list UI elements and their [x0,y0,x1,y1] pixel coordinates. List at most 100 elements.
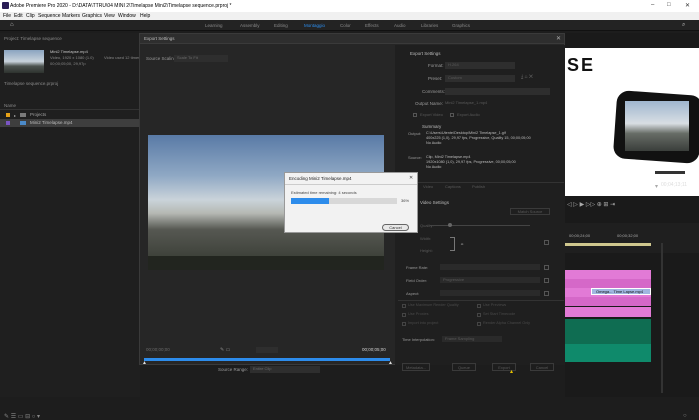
format-dropdown[interactable]: H.264 [445,62,515,69]
import-project-checkbox[interactable] [402,322,406,326]
ruler-label-1: 00;00;24;00 [569,233,591,238]
quality-slider-thumb[interactable] [448,223,452,227]
dialog-close-icon[interactable]: ✕ [556,35,561,42]
scrollbar[interactable] [661,243,663,393]
work-area-bar[interactable] [565,243,651,246]
encoding-cancel-button[interactable]: Cancel [382,224,409,231]
source-scaling-dropdown[interactable]: Scale To Fit [174,55,228,62]
output-name-link[interactable]: Mini2 Timelapse_1.mp4 [445,100,487,105]
match-source-button[interactable]: Match Source [510,208,550,215]
start-timecode-checkbox[interactable] [477,313,481,317]
export-video-checkbox[interactable] [413,113,417,117]
menu-window[interactable]: Window [118,13,136,19]
divider [398,182,564,183]
video-settings-header[interactable]: Video Settings [420,200,449,205]
workspace-learning[interactable]: Learning [205,23,223,28]
project-tab[interactable]: Project: Timelapse sequence [4,36,62,41]
menu-graphics[interactable]: Graphics [82,13,102,19]
workspace-effects[interactable]: Effects [365,23,379,28]
aspect-checkbox[interactable] [544,291,549,296]
use-proxies-checkbox[interactable] [402,313,406,317]
workspace-bar: ⌂ Learning Assembly Editing Montaggio Co… [0,20,699,31]
bin-projects[interactable]: Projects [30,112,46,117]
clip-name: Mini2 Timelapse.mp4 [50,49,88,54]
in-point-handle[interactable]: ▲ [142,360,147,366]
frame-rate-checkbox[interactable] [544,265,549,270]
field-order-checkbox[interactable] [544,278,549,283]
height-label: Height: [420,248,433,253]
clip-thumbnail[interactable] [4,50,44,73]
timecode-start: 00;00;00;00 [146,347,170,352]
metadata-button[interactable]: Metadata... [402,363,430,371]
window-title: Adobe Premiere Pro 2020 - D:\DATA\TTRU\0… [10,3,232,9]
source-scaling-label: Source Scaling: [146,56,178,61]
queue-button[interactable]: Queue [452,363,476,371]
workspace-audio[interactable]: Audio [394,23,406,28]
use-previews-checkbox[interactable] [477,304,481,308]
aspect-label: Aspect: [406,291,420,296]
menu-edit[interactable]: Edit [14,13,23,19]
time-interpolation-dropdown[interactable]: Frame Sampling [442,336,502,342]
pink-clip[interactable] [565,297,651,306]
menu-file[interactable]: File [3,13,11,19]
fit-dropdown-icon[interactable]: ▾ [655,183,658,190]
field-order-label: Field Order: [406,278,428,283]
render-alpha-checkbox[interactable] [477,322,481,326]
menu-markers[interactable]: Markers [62,13,80,19]
workspace-editing[interactable]: Editing [274,23,288,28]
cancel-button[interactable]: Cancel [530,363,554,371]
workspace-assembly[interactable]: Assembly [240,23,260,28]
preview-tools[interactable]: ✎ ▭ [220,347,230,353]
chain-link-icon[interactable]: ⚭ [460,242,464,248]
dimension-checkbox[interactable] [544,240,549,245]
menu-help[interactable]: Help [140,13,150,19]
tab-video[interactable]: Video [423,184,433,189]
field-order-dropdown[interactable]: Progressive [440,277,540,283]
workspace-montaggio[interactable]: Montaggio [304,23,325,28]
tab-captions[interactable]: Captions [445,184,461,189]
close-icon[interactable]: ✕ [685,2,690,9]
project-footer-icons[interactable]: ✎ ☰ ▭ ⊟ ○ ▾ [4,413,40,420]
frame-rate-dropdown[interactable] [440,264,540,270]
preset-dropdown[interactable]: Custom [445,75,515,82]
menu-clip[interactable]: Clip [26,13,35,19]
workspace-color[interactable]: Color [340,23,351,28]
pink-clip[interactable] [565,307,651,317]
name-column-header[interactable]: Name [4,103,16,108]
project-item-clip[interactable]: Mini2 Timelapse.mp4 [30,120,73,125]
home-icon[interactable]: ⌂ [10,22,14,28]
audio-track[interactable] [565,319,651,344]
encoding-close-icon[interactable]: ✕ [409,175,413,181]
encoding-progress-track [291,198,397,204]
dialog-title: Export Settings [144,36,175,41]
source-range-bar[interactable] [144,358,390,361]
timecode-end: 00;00;05;00 [362,347,386,352]
label-color-swatch [6,113,10,117]
search-icon[interactable]: ⌕ [682,22,685,29]
maximize-icon[interactable]: □ [667,2,671,8]
out-point-handle[interactable]: ▲ [388,360,393,366]
bin-expand-icon[interactable]: ▸ [14,113,16,118]
preset-action-icons[interactable]: ⤓ ⌂ ✕ [521,74,533,80]
timeline-zoom-icon[interactable]: ○ [683,413,687,419]
transport-controls[interactable]: ◁ ▷ ▶ ▷▷ ⊕ ⊞ ⇥ [567,201,615,208]
menu-view[interactable]: View [104,13,115,19]
aspect-dropdown[interactable] [440,290,540,296]
comments-field[interactable] [445,88,550,95]
summary-output-label: Output: [408,131,422,136]
fit-dropdown[interactable] [256,347,278,353]
pink-clip[interactable] [565,279,651,288]
tab-publish[interactable]: Publish [472,184,485,189]
export-audio-checkbox[interactable] [450,113,454,117]
pink-clip[interactable] [565,270,651,279]
quality-slider[interactable] [430,225,530,226]
workspace-graphics[interactable]: Graphics [452,23,470,28]
audio-track[interactable] [565,344,651,362]
source-range-dropdown[interactable]: Entire Clip [250,366,320,373]
max-render-checkbox[interactable] [402,304,406,308]
encoding-percent: 36% [401,198,410,203]
menu-sequence[interactable]: Sequence [38,13,61,19]
minimize-icon[interactable]: – [651,2,654,8]
timelapse-clip[interactable]: Omega... Time Lapse.mp4 [591,288,651,295]
workspace-libraries[interactable]: Libraries [421,23,438,28]
